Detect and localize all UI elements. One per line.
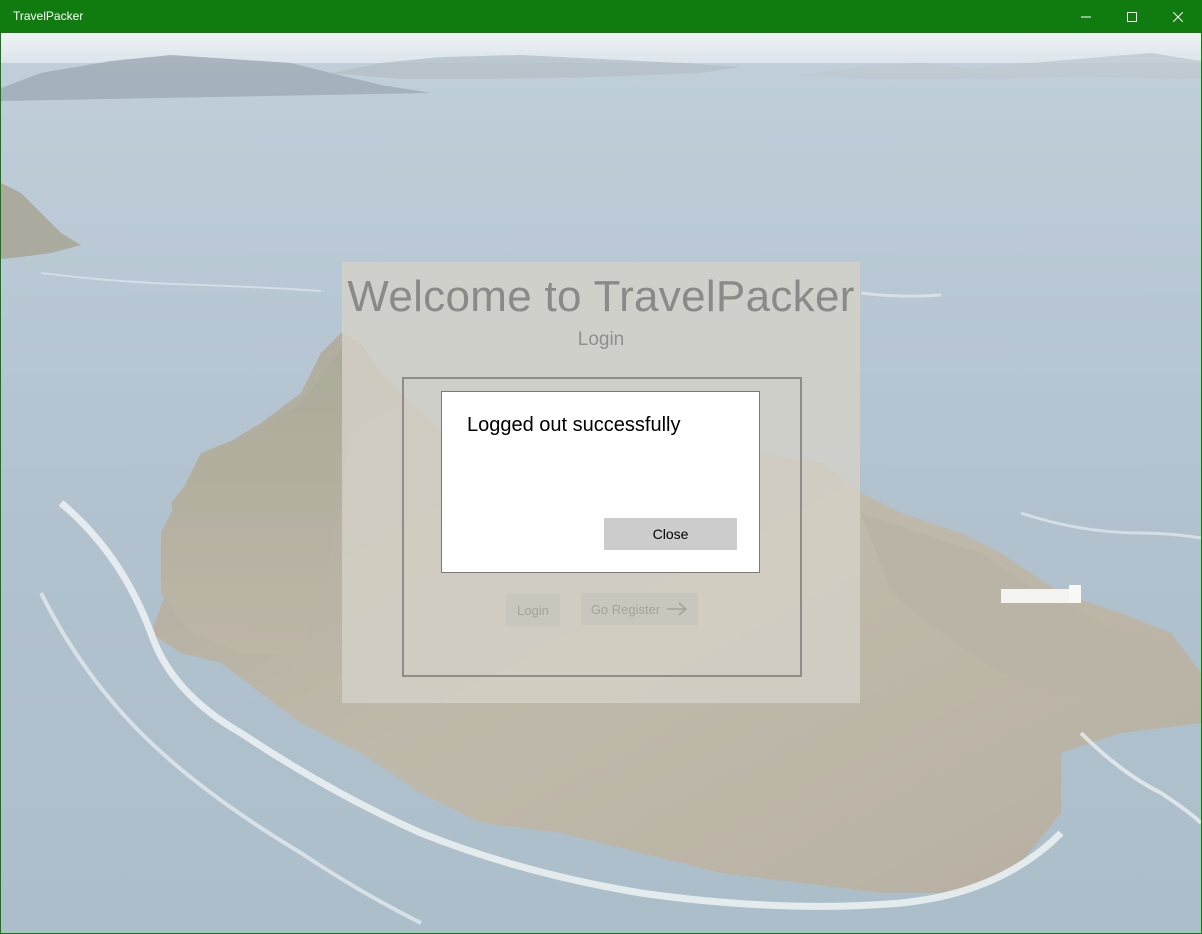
message-dialog: Logged out successfully Close bbox=[441, 391, 760, 573]
go-register-button-label: Go Register bbox=[590, 601, 661, 617]
title-bar[interactable]: TravelPacker bbox=[0, 0, 1202, 33]
minimize-button[interactable] bbox=[1063, 0, 1109, 33]
window-title: TravelPacker bbox=[13, 9, 84, 23]
page-subtitle: Login bbox=[577, 329, 625, 350]
dialog-message: Logged out successfully bbox=[467, 414, 681, 436]
login-button-label: Login bbox=[517, 602, 549, 618]
dialog-close-button[interactable]: Close bbox=[604, 518, 737, 550]
minimize-icon bbox=[1081, 16, 1091, 17]
login-button[interactable]: Login bbox=[506, 594, 560, 626]
close-window-button[interactable] bbox=[1155, 0, 1201, 33]
maximize-button[interactable] bbox=[1109, 0, 1155, 33]
go-register-button[interactable]: Go Register bbox=[581, 593, 698, 625]
arrow-right-icon bbox=[667, 602, 688, 616]
app-content: Welcome to TravelPacker Login Login Go R… bbox=[1, 33, 1201, 933]
close-icon bbox=[1173, 11, 1183, 22]
maximize-icon bbox=[1127, 11, 1137, 22]
dialog-close-button-label: Close bbox=[652, 526, 689, 542]
page-title: Welcome to TravelPacker bbox=[347, 272, 855, 321]
